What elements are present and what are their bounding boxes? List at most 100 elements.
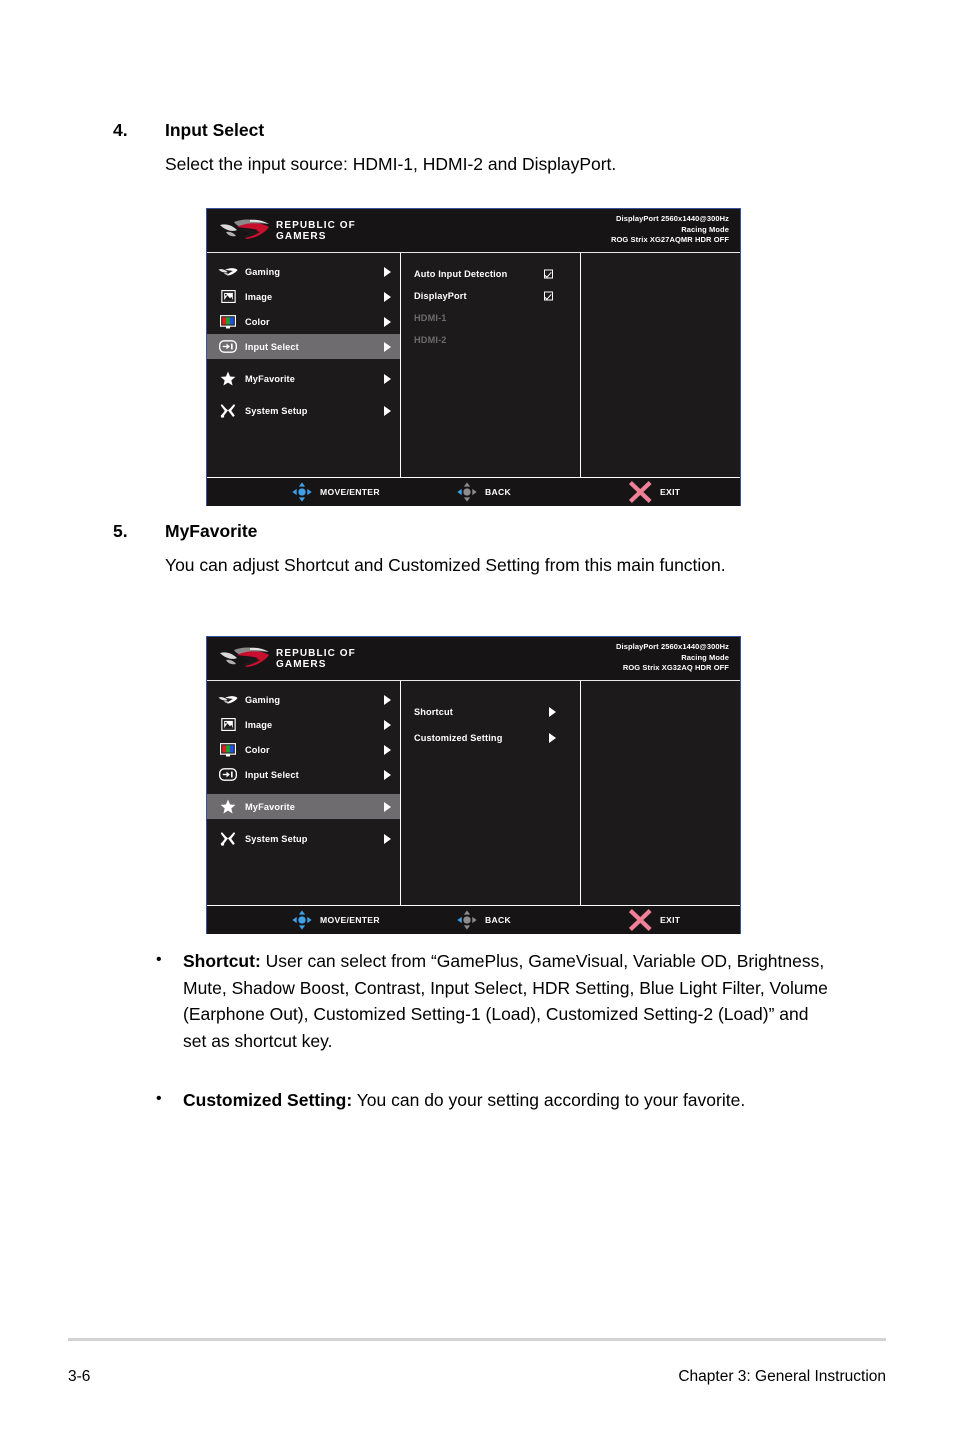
- sidebar-item-gaming[interactable]: Gaming: [207, 259, 400, 284]
- bullet-term: Customized Setting:: [183, 1090, 353, 1110]
- chevron-right-icon: [384, 744, 391, 755]
- rog-logo: REPUBLIC OF GAMERS: [219, 215, 356, 247]
- rog-wordmark-line2: GAMERS: [276, 231, 327, 242]
- checkbox-checked-icon[interactable]: [544, 269, 553, 279]
- submenu-item-auto-input-detection[interactable]: Auto Input Detection: [401, 263, 580, 285]
- dpad-blue-icon: [292, 482, 312, 502]
- back-button[interactable]: BACK: [456, 478, 511, 506]
- move-enter-label: MOVE/ENTER: [320, 915, 380, 925]
- sidebar-item-image[interactable]: Image: [207, 284, 400, 309]
- chevron-right-icon: [384, 266, 391, 277]
- sidebar-item-gaming[interactable]: Gaming: [207, 687, 400, 712]
- sidebar-item-label: Color: [245, 744, 270, 755]
- chapter-label: Chapter 3: General Instruction: [678, 1368, 886, 1385]
- move-enter-button[interactable]: MOVE/ENTER: [291, 478, 380, 506]
- chevron-right-icon: [549, 733, 556, 743]
- bullet-shortcut: • Shortcut: User can select from “GamePl…: [150, 948, 830, 1054]
- picture-icon: [217, 717, 239, 733]
- manual-page: 4. Input Select Select the input source:…: [0, 0, 954, 1438]
- section-4-heading: Input Select: [165, 120, 265, 140]
- submenu-item-hdmi-1: HDMI-1: [401, 307, 580, 329]
- osd-body: Gaming Image Color Input Select MyFavori…: [207, 253, 740, 477]
- page-number: 3-6: [68, 1368, 91, 1385]
- osd-myfavorite: REPUBLIC OF GAMERS DisplayPort 2560x1440…: [206, 636, 741, 934]
- exit-button[interactable]: EXIT: [628, 906, 680, 934]
- osd-body: Gaming Image Color Input Select MyFavori…: [207, 681, 740, 905]
- section-4-paragraph: Select the input source: HDMI-1, HDMI-2 …: [165, 154, 617, 175]
- mode-info-signal: DisplayPort 2560x1440@300Hz: [616, 642, 729, 651]
- osd-preview-pane: [581, 681, 740, 905]
- rog-wordmark: REPUBLIC OF GAMERS: [276, 648, 356, 671]
- input-source-icon: [217, 339, 239, 355]
- exit-button[interactable]: EXIT: [628, 478, 680, 506]
- osd-header: REPUBLIC OF GAMERS DisplayPort 2560x1440…: [207, 637, 740, 681]
- submenu-item-label: DisplayPort: [414, 291, 467, 301]
- submenu-item-displayport[interactable]: DisplayPort: [401, 285, 580, 307]
- bullet-marker: •: [156, 1090, 162, 1107]
- sidebar-item-label: Input Select: [245, 769, 299, 780]
- chevron-right-icon: [384, 833, 391, 844]
- chevron-right-icon: [384, 801, 391, 812]
- chevron-right-icon: [384, 719, 391, 730]
- move-enter-button[interactable]: MOVE/ENTER: [291, 906, 380, 934]
- sidebar-item-label: System Setup: [245, 833, 308, 844]
- mode-info-model: ROG Strix XG27AQMR HDR OFF: [610, 235, 729, 245]
- chevron-right-icon: [384, 291, 391, 302]
- tools-icon: [217, 403, 239, 419]
- rog-eye-icon: [220, 647, 269, 667]
- rgb-monitor-icon: [217, 742, 239, 758]
- osd-input-select: REPUBLIC OF GAMERS DisplayPort 2560x1440…: [206, 208, 741, 506]
- chevron-right-icon: [549, 707, 556, 717]
- sidebar-item-color[interactable]: Color: [207, 309, 400, 334]
- tools-icon: [217, 831, 239, 847]
- sidebar-item-input-select[interactable]: Input Select: [207, 334, 400, 359]
- dpad-blue-icon: [292, 910, 312, 930]
- dpad-gray-left-icon: [457, 482, 477, 502]
- exit-label: EXIT: [660, 487, 681, 497]
- osd-submenu-list: Auto Input Detection DisplayPort HDMI-1 …: [401, 253, 581, 477]
- bullet-marker: •: [156, 951, 162, 968]
- sidebar-item-image[interactable]: Image: [207, 712, 400, 737]
- rog-eye-icon: [217, 692, 239, 708]
- osd-mode-info: DisplayPort 2560x1440@300Hz Racing Mode …: [611, 214, 729, 246]
- checkbox-checked-icon[interactable]: [544, 291, 553, 301]
- sidebar-item-color[interactable]: Color: [207, 737, 400, 762]
- chevron-right-icon: [384, 341, 391, 352]
- submenu-item-label: Shortcut: [414, 707, 453, 717]
- submenu-item-customized-setting[interactable]: Customized Setting: [401, 725, 580, 751]
- dpad-gray-left-icon: [457, 910, 477, 930]
- chevron-right-icon: [384, 694, 391, 705]
- rog-wordmark-line2: GAMERS: [276, 659, 327, 670]
- chevron-right-icon: [384, 316, 391, 327]
- exit-label: EXIT: [660, 915, 681, 925]
- rog-wordmark: REPUBLIC OF GAMERS: [276, 220, 356, 243]
- section-5-number: 5.: [113, 521, 128, 541]
- footer-divider: [68, 1338, 886, 1341]
- sidebar-item-label: MyFavorite: [245, 373, 296, 384]
- move-enter-label: MOVE/ENTER: [320, 487, 380, 497]
- submenu-item-shortcut[interactable]: Shortcut: [401, 699, 580, 725]
- chevron-right-icon: [384, 373, 391, 384]
- sidebar-item-label: Color: [245, 316, 270, 327]
- osd-preview-pane: [581, 253, 740, 477]
- osd-mode-info: DisplayPort 2560x1440@300Hz Racing Mode …: [616, 642, 729, 674]
- rog-eye-icon: [217, 264, 239, 280]
- osd-footer: MOVE/ENTER BACK EXIT: [207, 905, 740, 934]
- bullet-body: You can do your setting according to you…: [352, 1090, 746, 1110]
- section-4: 4. Input Select Select the input source:…: [113, 118, 853, 178]
- sidebar-item-myfavorite[interactable]: MyFavorite: [207, 366, 400, 391]
- close-x-icon: [628, 909, 652, 931]
- rog-logo: REPUBLIC OF GAMERS: [219, 643, 356, 675]
- back-button[interactable]: BACK: [456, 906, 511, 934]
- sidebar-item-myfavorite[interactable]: MyFavorite: [207, 794, 400, 819]
- chevron-right-icon: [384, 769, 391, 780]
- section-5: 5. MyFavorite You can adjust Shortcut an…: [113, 519, 833, 579]
- submenu-item-label: Auto Input Detection: [414, 269, 508, 279]
- submenu-item-label: HDMI-1: [414, 313, 447, 323]
- close-x-icon: [628, 481, 652, 503]
- sidebar-item-system-setup[interactable]: System Setup: [207, 398, 400, 423]
- rog-eye-icon: [220, 219, 269, 239]
- osd-nav-list: Gaming Image Color Input Select MyFavori…: [207, 253, 401, 477]
- sidebar-item-input-select[interactable]: Input Select: [207, 762, 400, 787]
- sidebar-item-system-setup[interactable]: System Setup: [207, 826, 400, 851]
